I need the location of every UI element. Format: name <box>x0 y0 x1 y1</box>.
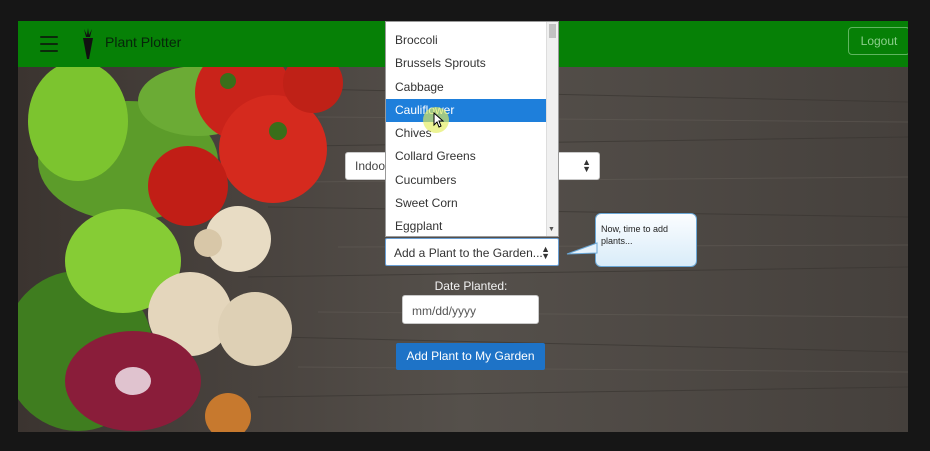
select-arrows-icon: ▲ ▼ <box>582 157 591 174</box>
tooltip-callout: Now, time to add plants... <box>595 213 697 267</box>
date-planted-label: Date Planted: <box>434 279 508 293</box>
hamburger-menu-icon[interactable] <box>40 36 58 52</box>
scrollbar-thumb[interactable] <box>549 24 556 38</box>
dropdown-option-broccoli[interactable]: Broccoli <box>386 29 547 52</box>
app-window: Plant Plotter Logout Indoor ▲ ▼ Broccoli … <box>18 21 908 432</box>
plant-select[interactable]: Add a Plant to the Garden... ▲ ▼ <box>385 238 559 266</box>
logout-button[interactable]: Logout <box>848 27 908 55</box>
dropdown-option-chives[interactable]: Chives <box>386 122 547 145</box>
dropdown-option-cucumbers[interactable]: Cucumbers <box>386 169 547 192</box>
carrot-icon <box>83 28 93 59</box>
brand-title[interactable]: Plant Plotter <box>105 34 181 50</box>
plant-dropdown-list[interactable]: Broccoli Brussels Sprouts Cabbage Caulif… <box>385 21 559 237</box>
dropdown-option-cabbage[interactable]: Cabbage <box>386 76 547 99</box>
date-planted-input[interactable]: mm/dd/yyyy <box>402 295 539 324</box>
dropdown-option-brussels-sprouts[interactable]: Brussels Sprouts <box>386 52 547 75</box>
dropdown-option-sweet-corn[interactable]: Sweet Corn <box>386 192 547 215</box>
tooltip-pointer <box>566 242 598 255</box>
dropdown-option-eggplant[interactable]: Eggplant <box>386 215 547 238</box>
scroll-down-arrow-icon[interactable]: ▼ <box>548 226 555 233</box>
location-select-value: Indoor <box>355 159 390 173</box>
dropdown-scrollbar[interactable]: ▼ <box>546 22 558 236</box>
dropdown-option-cauliflower[interactable]: Cauliflower <box>386 98 547 123</box>
plant-select-value: Add a Plant to the Garden... <box>394 246 543 260</box>
select-arrows-icon: ▲ ▼ <box>541 244 550 261</box>
add-plant-button[interactable]: Add Plant to My Garden <box>396 343 545 370</box>
mouse-pointer-icon <box>433 112 444 128</box>
dropdown-option-collard-greens[interactable]: Collard Greens <box>386 145 547 168</box>
